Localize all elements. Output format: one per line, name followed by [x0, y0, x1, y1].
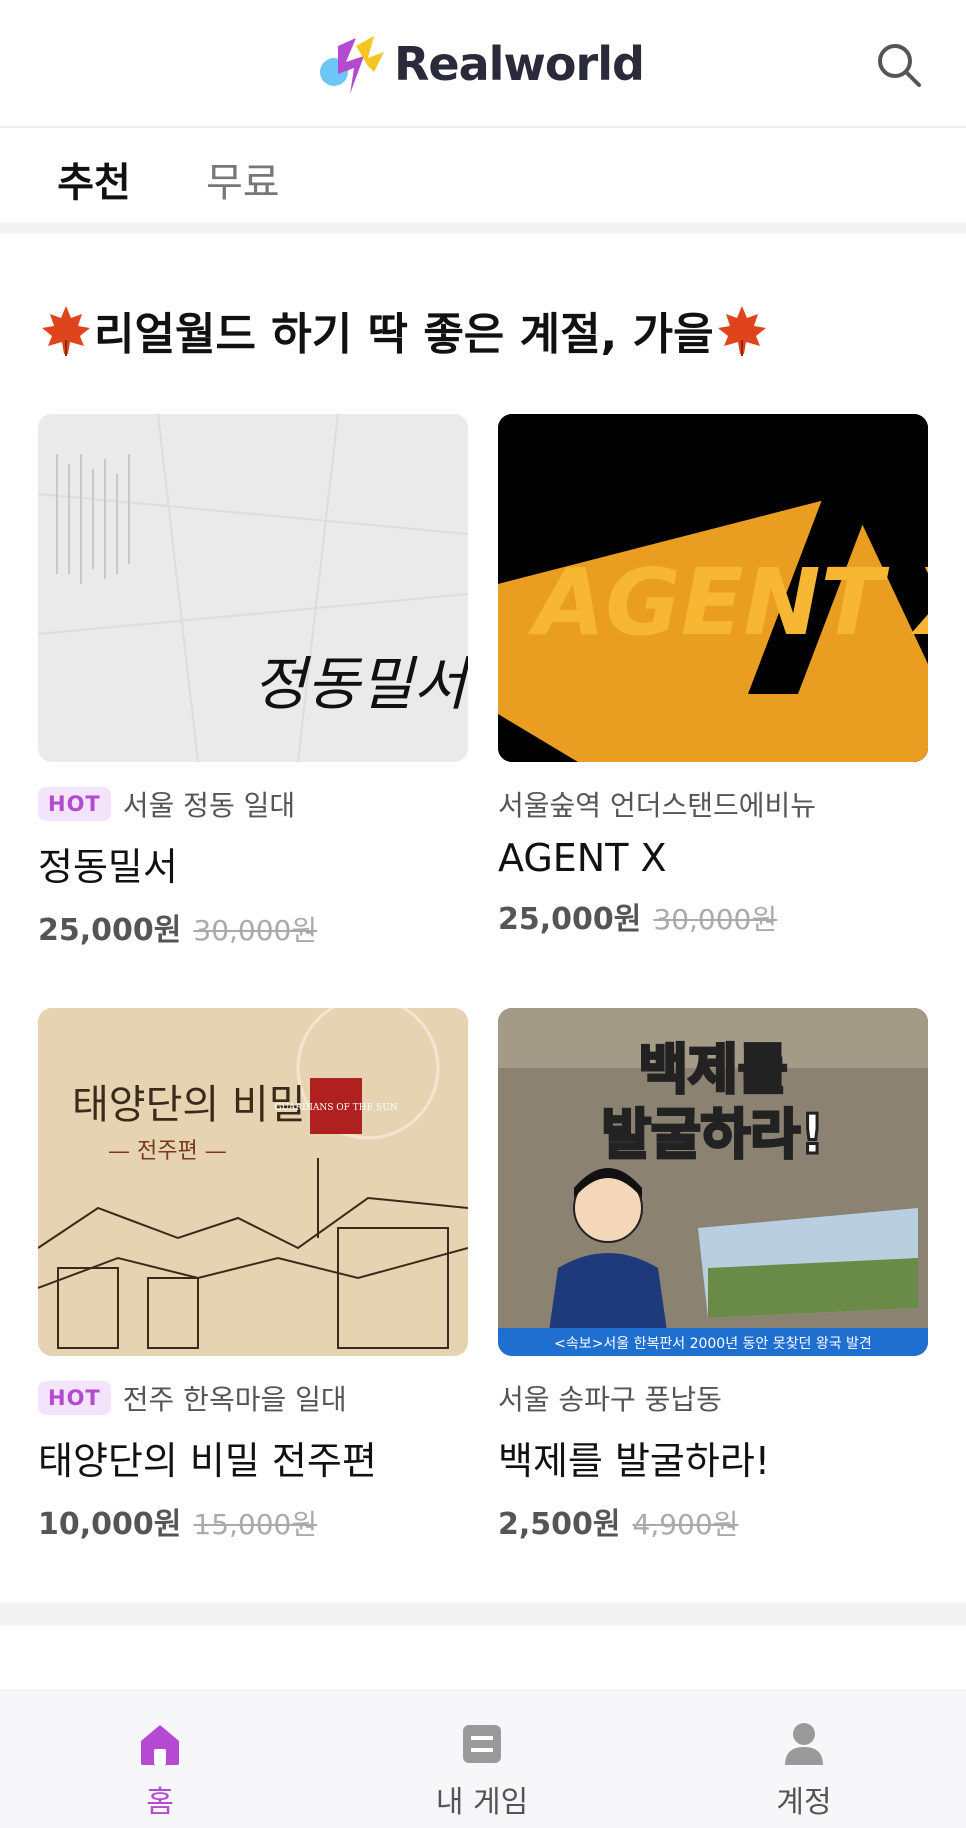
game-location: 서울숲역 언더스탠드에비뉴 — [498, 789, 817, 822]
nav-home[interactable]: 홈 — [60, 1691, 260, 1828]
bottom-navigation: 홈 내 게임 계정 — [0, 1690, 966, 1828]
game-location: 전주 한옥마을 일대 — [122, 1383, 347, 1416]
category-tabs: 추천 무료 — [0, 130, 966, 226]
tabs-divider — [0, 222, 966, 234]
game-title: 백제를 발굴하라! — [498, 1439, 771, 1483]
thumb-seal: GUARDIANS OF THE SUN — [274, 1103, 397, 1113]
game-original-price: 30,000원 — [653, 903, 778, 936]
thumb-title-line2: 발굴하라! — [601, 1103, 824, 1166]
section-title-text: 리얼월드 하기 딱 좋은 계절, 가을 — [94, 309, 714, 360]
game-original-price: 15,000원 — [193, 1508, 318, 1541]
game-title: AGENT X — [498, 836, 667, 880]
maple-leaf-icon — [42, 306, 90, 356]
game-thumbnail: AGENT X — [498, 414, 928, 762]
nav-account[interactable]: 계정 — [704, 1691, 904, 1828]
tab-free[interactable]: 무료 — [206, 150, 280, 226]
account-icon — [785, 1723, 823, 1765]
logo-text: Realworld — [394, 37, 645, 91]
hot-badge: HOT — [38, 1381, 111, 1415]
nav-my-game-label: 내 게임 — [435, 1785, 529, 1820]
nav-account-label: 계정 — [776, 1785, 832, 1820]
realworld-logo[interactable]: Realworld — [316, 28, 645, 100]
game-price: 10,000원 — [38, 1507, 182, 1542]
game-title: 정동밀서 — [38, 845, 178, 889]
game-thumbnail: 태양단의 비밀 GUARDIANS OF THE SUN — 전주편 — — [38, 1008, 468, 1356]
section-divider — [0, 1602, 966, 1626]
hot-badge: HOT — [38, 787, 111, 821]
game-title: 태양단의 비밀 전주편 — [38, 1439, 377, 1483]
realworld-logo-icon — [316, 28, 392, 100]
nav-my-game[interactable]: 내 게임 — [382, 1691, 582, 1828]
my-game-icon — [463, 1725, 501, 1763]
thumb-title: AGENT X — [528, 549, 928, 656]
section-title: 리얼월드 하기 딱 좋은 계절, 가을 — [38, 298, 770, 362]
game-original-price: 30,000원 — [193, 914, 318, 947]
game-card[interactable]: 정동밀서 HOT 서울 정동 일대 정동밀서 25,000원 30,000원 — [38, 414, 468, 949]
thumb-subtitle: — 전주편 — — [108, 1139, 227, 1164]
thumb-title-line1: 백제를 — [638, 1038, 787, 1101]
app-header: Realworld — [0, 0, 966, 128]
search-icon — [878, 44, 921, 87]
thumb-title-calligraphy: 정동밀서 — [253, 650, 468, 718]
nav-home-label: 홈 — [146, 1785, 174, 1820]
tab-recommended[interactable]: 추천 — [38, 150, 150, 226]
game-price: 2,500원 — [498, 1507, 621, 1542]
game-card[interactable]: AGENT X 서울숲역 언더스탠드에비뉴 AGENT X 25,000원 30… — [498, 414, 928, 938]
game-card[interactable]: 백제를 발굴하라! <속보>서울 한복판서 2000년 동안 못찾던 왕국 발견… — [498, 1008, 928, 1543]
search-button[interactable] — [872, 38, 926, 92]
home-icon — [141, 1725, 179, 1765]
game-thumbnail: 백제를 발굴하라! <속보>서울 한복판서 2000년 동안 못찾던 왕국 발견 — [498, 1008, 928, 1356]
game-location: 서울 정동 일대 — [122, 789, 296, 822]
game-location: 서울 송파구 풍납동 — [498, 1383, 722, 1416]
thumb-title: 태양단의 비밀 — [72, 1082, 306, 1128]
thumb-caption: <속보>서울 한복판서 2000년 동안 못찾던 왕국 발견 — [554, 1336, 872, 1352]
game-thumbnail: 정동밀서 — [38, 414, 468, 762]
maple-leaf-icon — [717, 306, 766, 356]
game-price: 25,000원 — [38, 913, 182, 948]
game-original-price: 4,900원 — [632, 1508, 739, 1541]
game-card[interactable]: 태양단의 비밀 GUARDIANS OF THE SUN — 전주편 — HOT… — [38, 1008, 468, 1543]
game-price: 25,000원 — [498, 902, 642, 937]
